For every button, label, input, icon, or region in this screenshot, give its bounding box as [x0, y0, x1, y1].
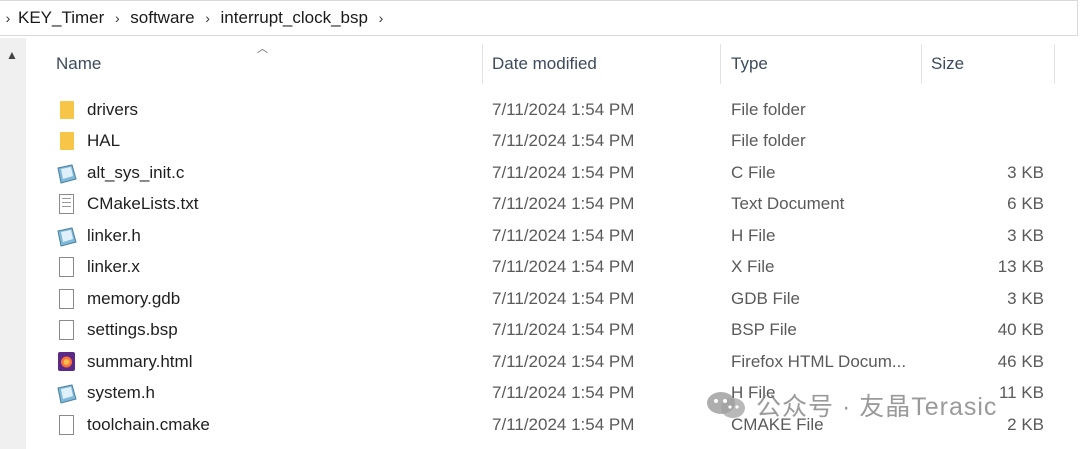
column-divider[interactable] [1054, 44, 1055, 84]
file-row[interactable]: alt_sys_init.c 7/11/2024 1:54 PM C File … [50, 157, 1060, 188]
column-header-name-label: Name [56, 54, 102, 73]
file-name: HAL [87, 131, 121, 150]
breadcrumb-item-key-timer[interactable]: KEY_Timer [16, 8, 106, 28]
file-row[interactable]: CMakeLists.txt 7/11/2024 1:54 PM Text Do… [50, 189, 1060, 220]
file-name: alt_sys_init.c [87, 162, 185, 182]
file-date: 7/11/2024 1:54 PM [492, 131, 635, 150]
column-divider[interactable] [720, 44, 721, 84]
file-date: 7/11/2024 1:54 PM [492, 320, 635, 339]
file-name-cell: linker.h [56, 220, 141, 251]
file-name: linker.h [87, 225, 141, 245]
file-date: 7/11/2024 1:54 PM [492, 225, 635, 245]
file-row[interactable]: linker.h 7/11/2024 1:54 PM H File 3 KB [50, 220, 1060, 251]
file-type: Text Document [731, 194, 845, 213]
file-type: GDB File [731, 288, 800, 308]
generic-file-icon [59, 257, 74, 277]
file-name-cell: HAL [56, 126, 120, 157]
file-size: 3 KB [1007, 162, 1044, 182]
chevron-right-icon[interactable]: › [106, 10, 128, 26]
c-source-file-icon [56, 226, 77, 247]
file-date: 7/11/2024 1:54 PM [492, 99, 635, 119]
file-name-cell: alt_sys_init.c [56, 157, 184, 188]
file-name: summary.html [87, 351, 193, 371]
firefox-html-icon [58, 352, 75, 371]
scroll-up-icon[interactable]: ▲ [6, 48, 18, 62]
column-header: ︿ Name Date modified Type Size [26, 38, 1080, 90]
column-header-size-label: Size [931, 54, 965, 73]
file-size: 13 KB [997, 257, 1044, 276]
chevron-right-icon[interactable]: › [0, 10, 16, 26]
column-header-type-label: Type [731, 54, 768, 73]
file-date: 7/11/2024 1:54 PM [492, 288, 635, 308]
file-name-cell: CMakeLists.txt [56, 189, 198, 220]
file-size: 46 KB [997, 351, 1044, 371]
chevron-right-icon[interactable]: › [370, 10, 392, 26]
file-name-cell: linker.x [56, 252, 140, 283]
file-name: settings.bsp [87, 320, 178, 339]
file-name: linker.x [87, 257, 140, 276]
file-name-cell: summary.html [56, 346, 192, 377]
file-size: 40 KB [997, 320, 1044, 339]
generic-file-icon [59, 320, 74, 340]
file-size [964, 126, 1044, 157]
file-type: X File [731, 257, 775, 276]
file-size: 6 KB [1007, 194, 1044, 213]
file-name: memory.gdb [87, 288, 181, 308]
file-name: system.h [87, 383, 156, 402]
file-row[interactable]: drivers 7/11/2024 1:54 PM File folder [50, 94, 1060, 125]
file-size: 3 KB [1007, 288, 1044, 308]
file-date: 7/11/2024 1:54 PM [492, 414, 635, 434]
file-name: toolchain.cmake [87, 414, 210, 434]
c-source-file-icon [56, 384, 77, 404]
file-name-cell: drivers [56, 94, 138, 125]
file-date: 7/11/2024 1:54 PM [492, 257, 635, 276]
file-row[interactable]: HAL 7/11/2024 1:54 PM File folder [50, 126, 1060, 157]
vertical-scrollbar[interactable]: ▲ [0, 38, 26, 449]
file-type: H File [731, 225, 776, 245]
breadcrumb: › KEY_Timer › software › interrupt_clock… [0, 0, 1078, 36]
text-file-icon [59, 194, 74, 214]
column-header-size[interactable]: Size [927, 38, 1053, 90]
file-size: 3 KB [1007, 225, 1044, 245]
file-name: drivers [87, 99, 139, 119]
column-header-date[interactable]: Date modified [488, 38, 720, 90]
folder-icon [60, 132, 74, 150]
chevron-right-icon[interactable]: › [197, 10, 219, 26]
column-header-name[interactable]: Name [52, 38, 480, 90]
column-header-date-label: Date modified [492, 54, 597, 73]
generic-file-icon [59, 288, 74, 309]
file-size [964, 94, 1044, 125]
file-name: CMakeLists.txt [87, 194, 199, 213]
column-header-type[interactable]: Type [727, 38, 919, 90]
file-name-cell: memory.gdb [56, 283, 180, 314]
file-type: C File [731, 162, 776, 182]
file-name-cell: system.h [56, 378, 155, 409]
file-name-cell: settings.bsp [56, 315, 178, 346]
file-date: 7/11/2024 1:54 PM [492, 383, 635, 402]
breadcrumb-item-software[interactable]: software [128, 8, 196, 28]
wechat-logo-icon [704, 390, 748, 420]
file-row[interactable]: linker.x 7/11/2024 1:54 PM X File 13 KB [50, 252, 1060, 283]
column-divider[interactable] [482, 44, 483, 84]
file-type: File folder [731, 99, 806, 119]
file-type: Firefox HTML Docum... [731, 351, 907, 371]
watermark-text: 公众号 · 友晶Terasic [756, 393, 998, 421]
file-row[interactable]: summary.html 7/11/2024 1:54 PM Firefox H… [50, 346, 1060, 377]
generic-file-icon [59, 414, 74, 435]
file-date: 7/11/2024 1:54 PM [492, 194, 635, 213]
file-name-cell: toolchain.cmake [56, 409, 210, 440]
file-date: 7/11/2024 1:54 PM [492, 351, 635, 371]
file-row[interactable]: settings.bsp 7/11/2024 1:54 PM BSP File … [50, 315, 1060, 346]
watermark: 公众号 · 友晶Terasic [704, 388, 997, 422]
folder-icon [60, 100, 74, 119]
breadcrumb-item-interrupt-clock-bsp[interactable]: interrupt_clock_bsp [219, 8, 370, 28]
file-row[interactable]: memory.gdb 7/11/2024 1:54 PM GDB File 3 … [50, 283, 1060, 314]
c-source-file-icon [56, 163, 77, 184]
file-date: 7/11/2024 1:54 PM [492, 162, 635, 182]
file-type: BSP File [731, 320, 797, 339]
file-type: File folder [731, 131, 806, 150]
column-divider[interactable] [921, 44, 922, 84]
